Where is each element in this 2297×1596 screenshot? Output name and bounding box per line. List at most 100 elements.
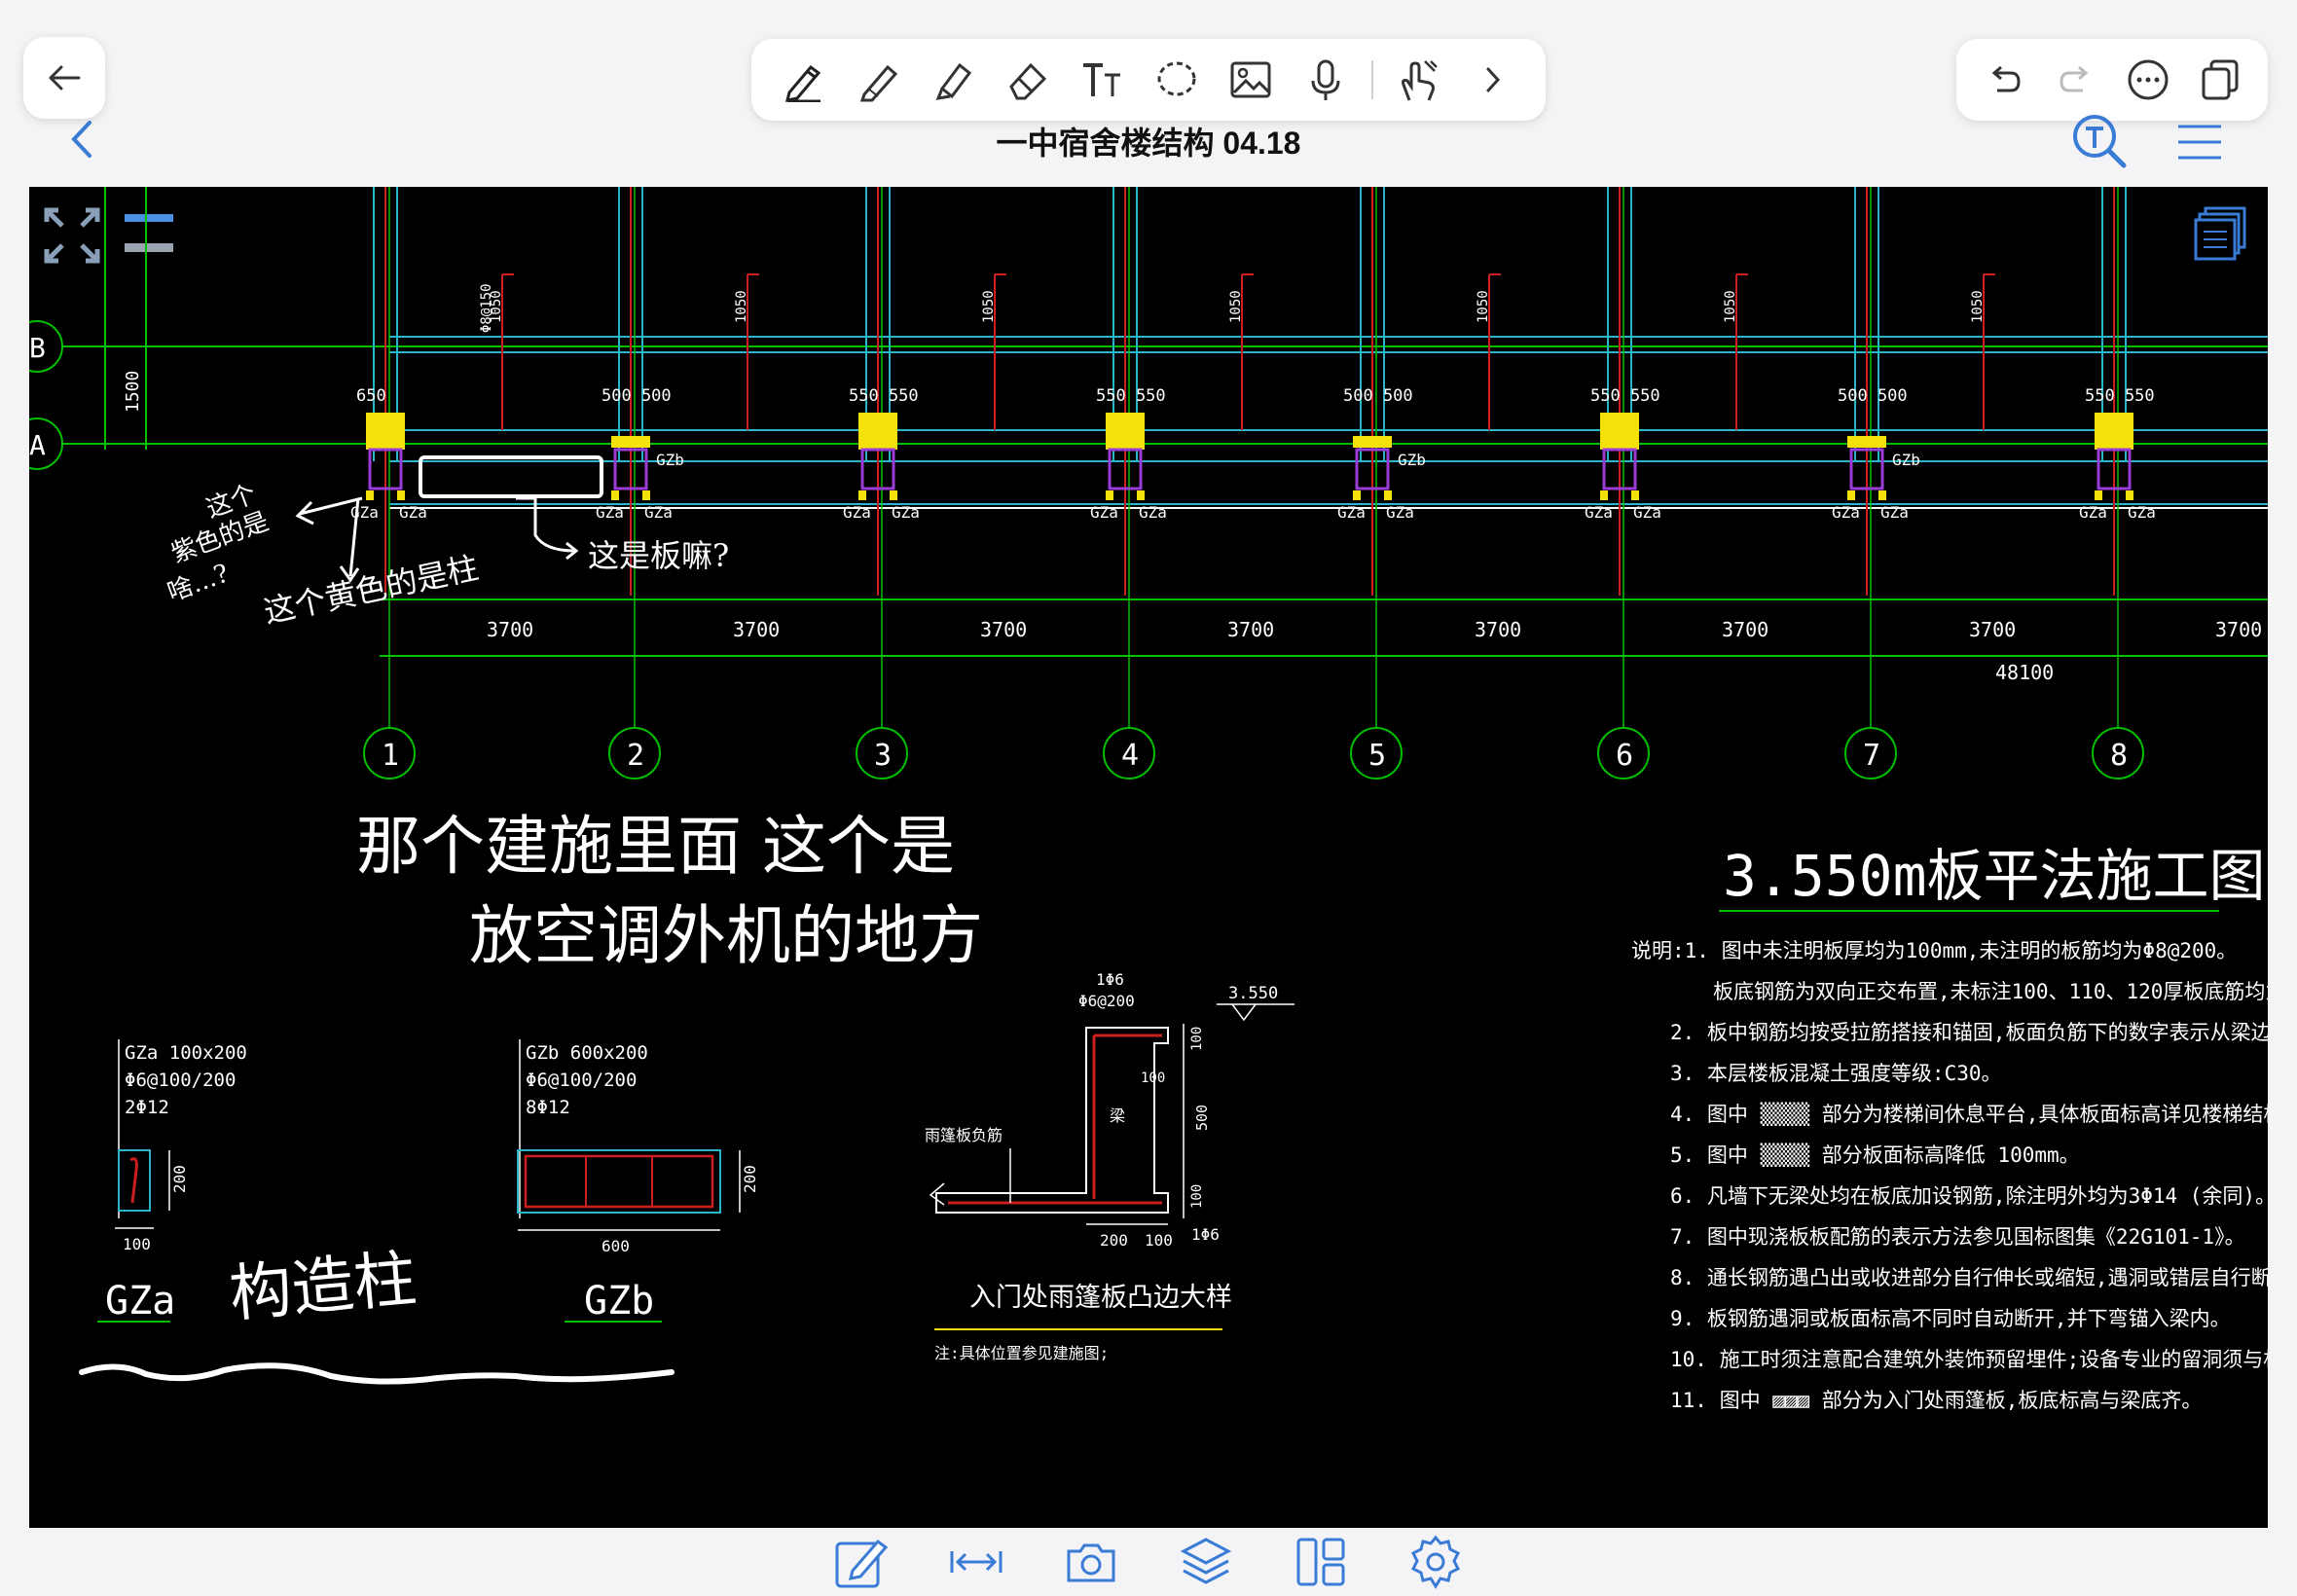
axis-bubble: 2 (608, 644, 661, 780)
svg-text:8Φ12: 8Φ12 (526, 1097, 570, 1118)
svg-text:200: 200 (741, 1165, 759, 1193)
undo-button[interactable] (1975, 51, 2033, 109)
gza-label: GZa (843, 503, 871, 522)
axis-row-bubbles: B A 1500 Φ8@150 (29, 187, 2268, 470)
highlighter-tool-button[interactable] (924, 51, 982, 109)
svg-text:3.550: 3.550 (1228, 984, 1278, 1003)
span-dimension: 3700 (980, 618, 1027, 641)
height-dim: 1050 (489, 290, 504, 323)
axis-bubble: 7 (1844, 644, 1897, 780)
svg-text:100: 100 (1189, 1027, 1205, 1051)
image-icon (1230, 61, 1271, 98)
layers-icon (1180, 1538, 1232, 1584)
total-dimension: 48100 (1995, 661, 2054, 684)
column-bay: 550 550 GZa GZa (2079, 187, 2156, 644)
document-title: 一中宿舍楼结构 04.18 (996, 126, 1301, 161)
note-line: 2. 板中钢筋均按受拉筋搭接和锚固,板面负筋下的数字表示从梁边算起的伸出长度。 (1670, 1021, 2268, 1044)
note-line: 10. 施工时须注意配合建筑外装饰预留埋件;设备专业的留洞须与相关专业图纸配合预… (1670, 1348, 2268, 1371)
edit-button[interactable] (832, 1533, 891, 1591)
text-tool-button[interactable] (1073, 51, 1131, 109)
fit-width-icon (950, 1551, 1003, 1573)
layers-stack-icon[interactable] (2194, 206, 2246, 261)
note-line: 板底钢筋为双向正交布置,未标注100、110、120厚板底筋均为Φ8@200。 (1713, 980, 2268, 1003)
collapse-panel-icon[interactable] (125, 214, 173, 252)
gza-label: GZa (1337, 503, 1366, 522)
layout-button[interactable] (1292, 1533, 1350, 1591)
drawing-toolbar (751, 39, 1546, 121)
arrow-left-icon (49, 65, 81, 91)
ellipsis-circle-icon (2128, 59, 2169, 100)
axis-bubble: 6 (1597, 644, 1650, 780)
svg-text:雨篷板负筋: 雨篷板负筋 (925, 1126, 1003, 1144)
span-dimension: 3700 (1475, 618, 1521, 641)
highlighter-icon (935, 62, 972, 100)
more-options-button[interactable] (2119, 51, 2177, 109)
axis-number: 1 (382, 739, 399, 773)
settings-button[interactable] (1406, 1533, 1465, 1591)
span-dimension: 3700 (733, 618, 780, 641)
gza-label: GZa (1585, 503, 1613, 522)
note-line: 4. 图中 ▒▒▒▒ 部分为楼梯间休息平台,具体板面标高详见楼梯结构图。 (1670, 1102, 2268, 1127)
svg-text:600: 600 (602, 1237, 630, 1255)
svg-text:1Φ6: 1Φ6 (1191, 1225, 1220, 1244)
svg-text:A: A (29, 429, 46, 461)
drawing-canvas[interactable]: B A 1500 Φ8@150 1050 650 GZa GZa 1050 500 500… (29, 187, 2268, 1528)
svg-text:构造柱: 构造柱 (227, 1243, 419, 1330)
layers-button[interactable] (1177, 1533, 1235, 1591)
column-dim: 550 550 (1096, 386, 1166, 406)
svg-text:1500: 1500 (123, 371, 143, 413)
span-dimension: 3700 (1969, 618, 2016, 641)
svg-text:啥...?: 啥...? (164, 559, 233, 607)
lasso-tool-button[interactable] (1148, 51, 1206, 109)
span-dimension: 3700 (487, 618, 533, 641)
svg-text:1Φ6: 1Φ6 (1096, 970, 1124, 989)
back-button[interactable] (23, 37, 105, 119)
note-line: 5. 图中 ▒▒▒▒ 部分板面标高降低 100mm。 (1670, 1143, 2080, 1168)
gza-label: GZa (644, 503, 673, 522)
svg-text:100: 100 (1145, 1231, 1173, 1250)
svg-text:入门处雨篷板凸边大样: 入门处雨篷板凸边大样 (969, 1283, 1232, 1313)
span-dimension: 3700 (1227, 618, 1274, 641)
eraser-tool-button[interactable] (999, 51, 1057, 109)
axis-bubble: 8 (2092, 644, 2144, 780)
height-dim: 1050 (734, 290, 749, 323)
more-tools-button[interactable] (1464, 51, 1522, 109)
pencil-icon (859, 64, 897, 102)
svg-text:2Φ12: 2Φ12 (125, 1097, 169, 1118)
gza-label: GZa (399, 503, 427, 522)
pencil-tool-button[interactable] (850, 51, 908, 109)
axis-bubble: 4 (1103, 644, 1155, 780)
svg-text:GZb 600x200: GZb 600x200 (526, 1042, 648, 1064)
dimension-lines: 48100 (380, 598, 2268, 684)
text-search-icon[interactable] (2067, 109, 2132, 173)
microphone-tool-button[interactable] (1296, 51, 1355, 109)
gza-label: GZa (1633, 503, 1661, 522)
fullscreen-icon[interactable] (44, 207, 100, 264)
gzb-detail: GZb 600x200 Φ6@100/200 8Φ12 200 600 GZb (517, 1039, 759, 1324)
axis-bubble: 3 (856, 644, 908, 780)
gza-detail: GZa 100x200 Φ6@100/200 2Φ12 200 100 GZa (97, 1039, 247, 1324)
redo-button[interactable] (2047, 51, 2105, 109)
chevron-right-icon (1486, 67, 1500, 92)
pages-button[interactable] (2191, 51, 2249, 109)
fit-width-button[interactable] (947, 1533, 1005, 1591)
canopy-edge-detail: 1Φ6 Φ6@200 3.550 100 100 500 100 梁 雨篷板负筋… (925, 970, 1294, 1362)
pen-tool-button[interactable] (775, 51, 833, 109)
svg-text:Φ6@100/200: Φ6@100/200 (125, 1070, 236, 1091)
axis-bubble: 1 (363, 644, 416, 780)
svg-text:200: 200 (170, 1165, 189, 1193)
bottom-toolbar (0, 1528, 2297, 1596)
camera-button[interactable] (1062, 1533, 1120, 1591)
touch-draw-button[interactable] (1389, 51, 1447, 109)
axis-number: 7 (1863, 739, 1880, 773)
column-bay: 1050 500 500 GZb GZa GZa (596, 187, 759, 644)
text-icon (1083, 63, 1121, 96)
copy-pages-icon (2202, 59, 2239, 100)
menu-lines-icon[interactable] (2172, 115, 2227, 169)
eraser-icon (1009, 62, 1046, 100)
image-tool-button[interactable] (1221, 51, 1280, 109)
axis-number: 6 (1616, 739, 1633, 773)
gza-label: GZa (1832, 503, 1860, 522)
chevron-left-icon[interactable] (58, 115, 107, 163)
layout-icon (1296, 1538, 1345, 1586)
